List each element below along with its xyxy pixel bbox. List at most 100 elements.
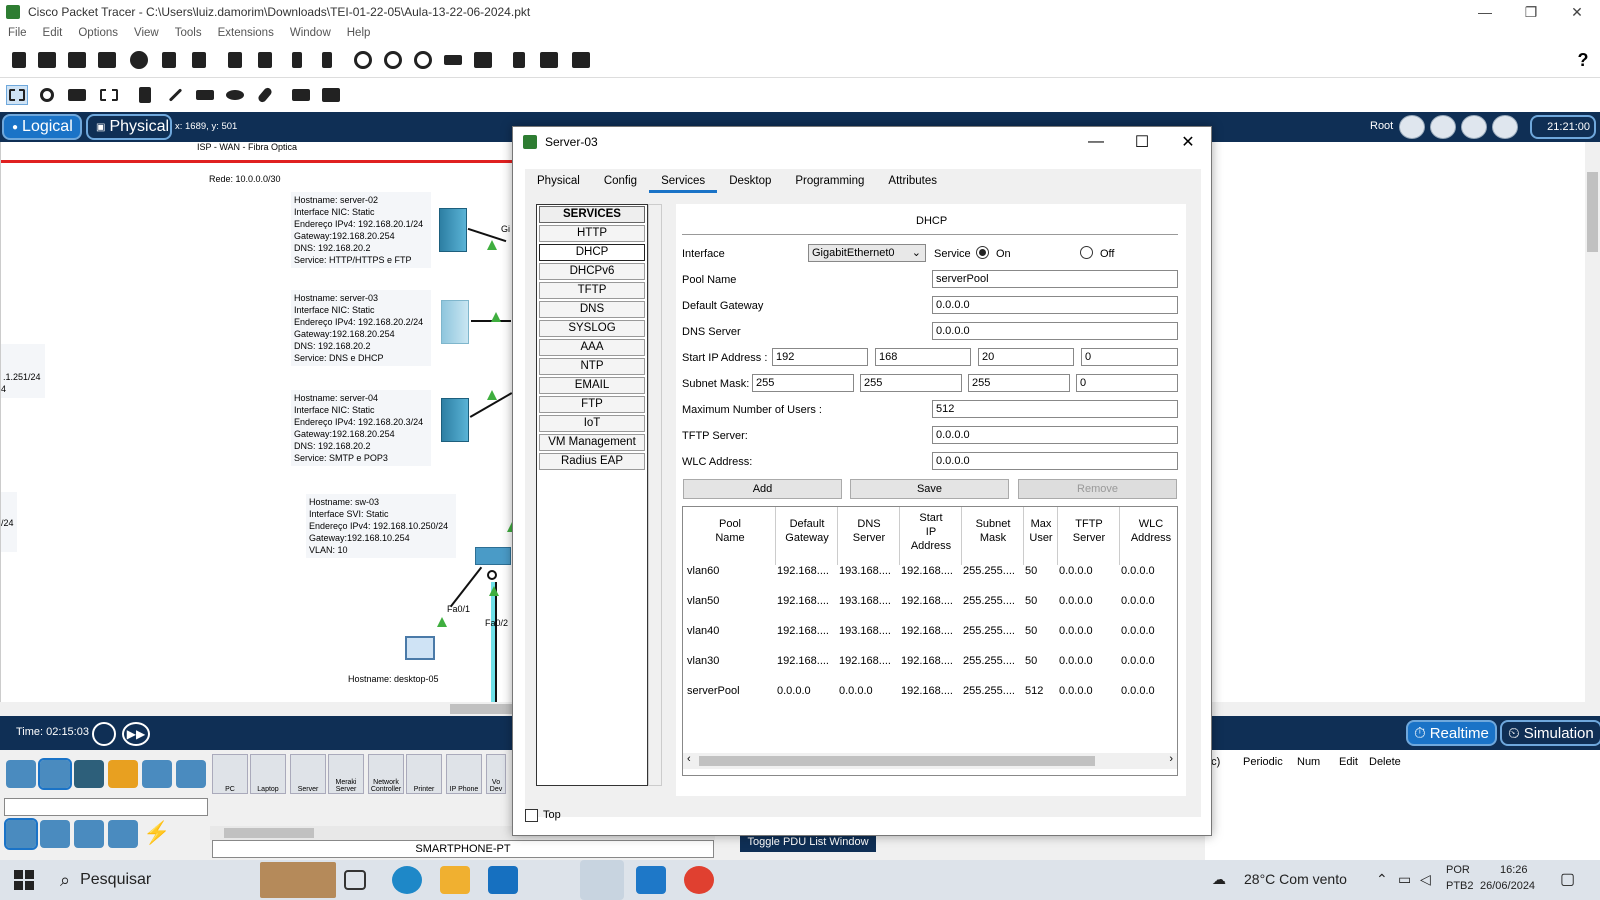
menu-view[interactable]: View — [126, 27, 167, 39]
cloud-icon[interactable] — [1430, 115, 1456, 139]
new-file-icon[interactable] — [8, 50, 30, 70]
clock-display[interactable]: 21:21:00 — [1530, 115, 1596, 139]
device-pc[interactable]: PC — [212, 754, 248, 794]
paste-icon[interactable] — [254, 50, 276, 70]
service-http[interactable]: HTTP — [539, 225, 645, 242]
open-folder-icon[interactable] — [36, 50, 58, 70]
server-04-device[interactable] — [441, 398, 469, 442]
volume-icon[interactable]: ◁ — [1420, 871, 1431, 888]
add-simple-pdu-icon[interactable] — [290, 85, 312, 105]
table-row[interactable]: vlan40 192.168.... 193.168.... 192.168.... 2… — [683, 625, 1177, 645]
default-gateway-input[interactable]: 0.0.0.0 — [932, 296, 1178, 314]
input-layout[interactable]: PTB2 — [1446, 880, 1474, 892]
table-row[interactable]: vlan60 192.168.... 193.168.... 192.168.... 2… — [683, 565, 1177, 585]
fast-forward-icon[interactable]: ▶▶ — [122, 722, 150, 746]
max-users-input[interactable]: 512 — [932, 400, 1178, 418]
device-meraki-server[interactable]: Meraki Server — [328, 754, 364, 794]
help-icon[interactable]: ? — [1572, 50, 1594, 70]
maximize-button[interactable]: ❐ — [1508, 0, 1554, 24]
subnet-mask-octet-4[interactable]: 0 — [1076, 374, 1178, 392]
desktop-05-device[interactable] — [405, 636, 435, 660]
menu-tools[interactable]: Tools — [167, 27, 210, 39]
simulation-mode-button[interactable]: ⏲ Simulation — [1500, 720, 1600, 746]
zoom-out-icon[interactable] — [412, 50, 434, 70]
copy-icon[interactable] — [224, 50, 246, 70]
device-list-scroll-thumb[interactable] — [224, 828, 314, 838]
workspace-vertical-scrollbar[interactable] — [1585, 142, 1600, 702]
table-row[interactable]: vlan50 192.168.... 193.168.... 192.168.... 2… — [683, 595, 1177, 615]
device-search-field[interactable] — [4, 798, 208, 816]
scroll-left-icon[interactable]: ‹ — [687, 753, 691, 765]
service-dhcp[interactable]: DHCP — [539, 244, 645, 261]
service-dns[interactable]: DNS — [539, 301, 645, 318]
dialog-minimize-button[interactable]: — — [1073, 127, 1119, 157]
drawing-palette-icon[interactable] — [442, 50, 464, 70]
remove-button[interactable]: Remove — [1018, 479, 1177, 499]
industrial-subcategory-icon[interactable] — [108, 820, 138, 848]
menu-edit[interactable]: Edit — [35, 27, 71, 39]
packet-tracer-taskbar-icon[interactable] — [580, 860, 624, 900]
ipc-icon[interactable] — [570, 50, 592, 70]
save-icon[interactable] — [66, 50, 88, 70]
dns-server-input[interactable]: 0.0.0.0 — [932, 322, 1178, 340]
network-info-icon[interactable] — [188, 50, 210, 70]
service-dhcpv6[interactable]: DHCPv6 — [539, 263, 645, 280]
menu-help[interactable]: Help — [339, 27, 379, 39]
notifications-icon[interactable]: ▢ — [1560, 869, 1575, 889]
device-network-controller[interactable]: Network Controller — [368, 754, 404, 794]
start-ip-octet-3[interactable]: 20 — [978, 348, 1074, 366]
mail-icon[interactable] — [488, 866, 518, 894]
device-printer[interactable]: Printer — [406, 754, 442, 794]
subnet-mask-octet-1[interactable]: 255 — [752, 374, 854, 392]
tray-chevron-icon[interactable]: ⌃ — [1376, 871, 1388, 888]
device-template-icon[interactable] — [538, 50, 560, 70]
menu-window[interactable]: Window — [282, 27, 339, 39]
service-email[interactable]: EMAIL — [539, 377, 645, 394]
tftp-server-input[interactable]: 0.0.0.0 — [932, 426, 1178, 444]
power-grid-subcategory-icon[interactable]: ⚡ — [142, 820, 172, 848]
dialog-close-button[interactable]: ✕ — [1165, 127, 1211, 157]
taskbar-date[interactable]: 26/06/2024 — [1480, 880, 1535, 892]
undo-icon[interactable] — [286, 50, 308, 70]
resize-shape-icon[interactable] — [98, 85, 120, 105]
save-button[interactable]: Save — [850, 479, 1009, 499]
service-off-radio[interactable] — [1080, 246, 1093, 259]
device-ip-phone[interactable]: IP Phone — [446, 754, 482, 794]
tab-attributes[interactable]: Attributes — [876, 169, 949, 193]
smart-city-subcategory-icon[interactable] — [74, 820, 104, 848]
task-view-icon[interactable] — [344, 870, 366, 890]
draw-rectangle-icon[interactable] — [194, 85, 216, 105]
store-icon[interactable] — [440, 866, 470, 894]
zoom-reset-icon[interactable] — [382, 50, 404, 70]
wlc-address-input[interactable]: 0.0.0.0 — [932, 452, 1178, 470]
table-horizontal-scrollbar[interactable]: ‹ › — [683, 753, 1177, 769]
print-icon[interactable] — [96, 50, 118, 70]
weather-text[interactable]: 28°C Com vento — [1244, 871, 1347, 887]
draw-line-icon[interactable] — [164, 85, 186, 105]
table-scroll-thumb[interactable] — [699, 756, 1095, 766]
scroll-right-icon[interactable]: › — [1169, 753, 1173, 765]
server-02-device[interactable] — [439, 208, 467, 252]
multiuser-category-icon[interactable] — [176, 760, 206, 788]
tab-desktop[interactable]: Desktop — [717, 169, 783, 193]
activity-wizard-icon[interactable] — [158, 50, 180, 70]
input-language[interactable]: POR — [1446, 864, 1470, 876]
taskbar-search[interactable]: ⌕ Pesquisar — [50, 860, 340, 900]
taskbar-time[interactable]: 16:26 — [1500, 864, 1528, 876]
service-ntp[interactable]: NTP — [539, 358, 645, 375]
inspect-icon[interactable] — [36, 85, 58, 105]
service-ftp[interactable]: FTP — [539, 396, 645, 413]
subnet-mask-octet-3[interactable]: 255 — [968, 374, 1070, 392]
components-category-icon[interactable] — [74, 760, 104, 788]
table-row[interactable]: vlan30 192.168.... 192.168.... 192.168.... 2… — [683, 655, 1177, 675]
logical-tab[interactable]: ● Logical — [2, 114, 82, 140]
home-subcategory-icon[interactable] — [40, 820, 70, 848]
start-ip-octet-1[interactable]: 192 — [772, 348, 868, 366]
subnet-mask-octet-2[interactable]: 255 — [860, 374, 962, 392]
tab-config[interactable]: Config — [592, 169, 649, 193]
tab-physical[interactable]: Physical — [525, 169, 592, 193]
service-tftp[interactable]: TFTP — [539, 282, 645, 299]
freeform-icon[interactable] — [254, 85, 276, 105]
close-button[interactable]: ✕ — [1554, 0, 1600, 24]
custom-device-icon[interactable] — [472, 50, 494, 70]
